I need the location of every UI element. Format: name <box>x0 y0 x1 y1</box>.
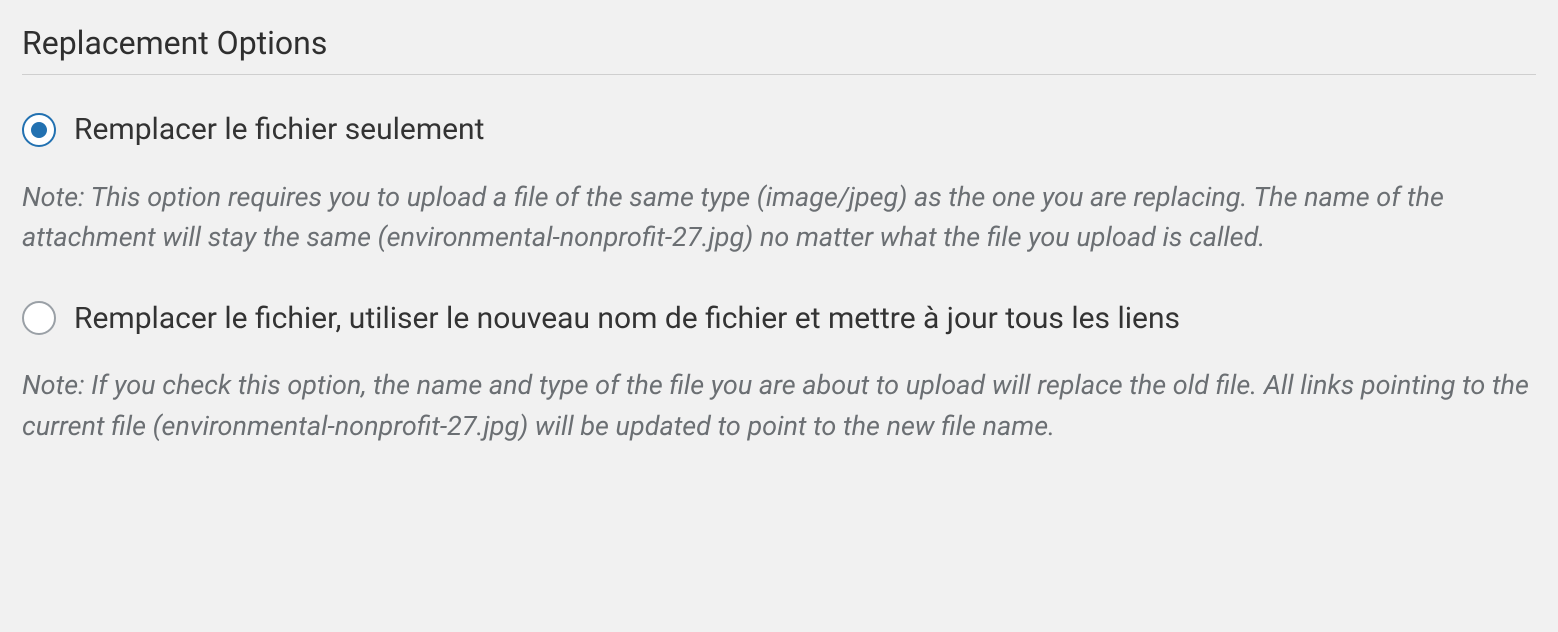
option-label-replace-and-update[interactable]: Remplacer le fichier, utiliser le nouvea… <box>74 300 1180 338</box>
option-label-replace-file-only[interactable]: Remplacer le fichier seulement <box>74 111 484 149</box>
radio-dot-icon <box>31 122 47 138</box>
note-replace-and-update: Note: If you check this option, the name… <box>22 365 1532 446</box>
section-title: Replacement Options <box>22 24 1536 75</box>
option-replace-and-update[interactable]: Remplacer le fichier, utiliser le nouvea… <box>22 300 1536 338</box>
note-replace-file-only: Note: This option requires you to upload… <box>22 177 1532 258</box>
option-replace-file-only[interactable]: Remplacer le fichier seulement <box>22 111 1536 149</box>
radio-replace-file-only[interactable] <box>22 113 56 147</box>
radio-replace-and-update[interactable] <box>22 301 56 335</box>
